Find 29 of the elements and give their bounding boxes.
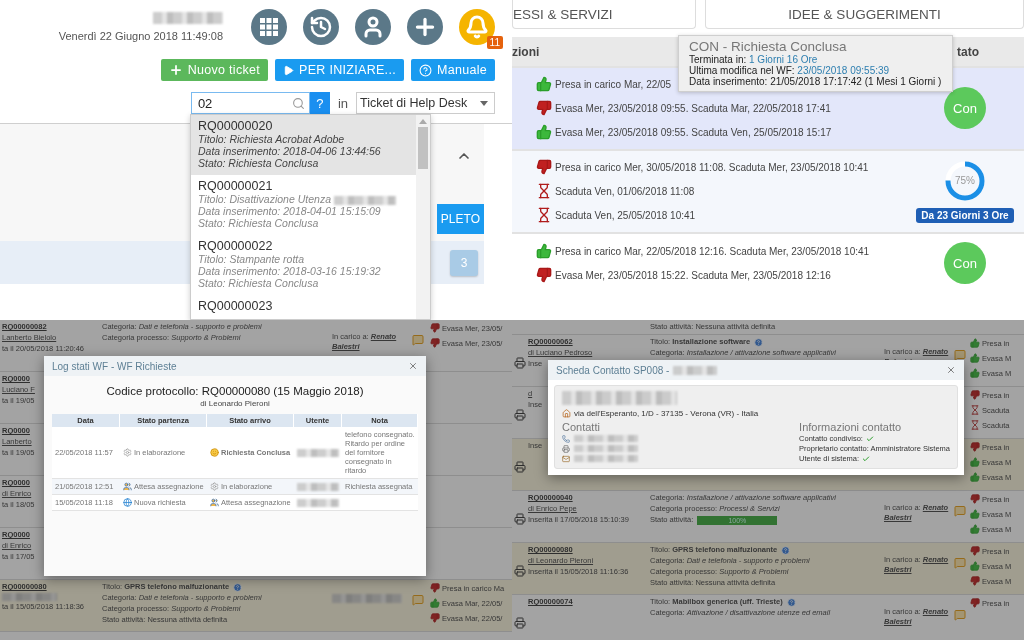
section-title: Contatti [562, 421, 601, 433]
event-text: Presa in carico Mar, 22/05/2018 12:16. Scaduta Mer, 23/05/2018 10:41 [555, 245, 870, 257]
status-circle: Con [944, 242, 986, 284]
progress-label: 75% [955, 175, 975, 186]
dialog-title: Scheda Contatto SP008 - [556, 364, 718, 376]
tooltip-title: CON - Richiesta Conclusa [689, 39, 848, 54]
tooltip-line: Terminata in: 1 Giorni 16 Ore [689, 54, 819, 65]
notification-badge: 11 [486, 36, 503, 49]
dialog-title: Log stati WF - WF Richieste [52, 360, 177, 372]
event-text: Evasa Mer, 23/05/2018 09:55. Scaduta Ven, 25/05/2018 15:17 [555, 126, 832, 138]
event-text: Presa in carico Mer, 30/05/2018 11:08. Scaduta Mer, 23/05/2018 10:41 [555, 161, 869, 173]
tooltip-line: Ultima modifica nel WF: 23/05/2018 09:55:39 [689, 65, 891, 76]
date-time: Venerdì 22 Giugno 2018 11:49:08 [58, 30, 223, 42]
event-text: Presa in carico Mar, 22/05 [555, 78, 672, 90]
event-text: Evasa Mer, 23/05/2018 09:55. Scaduta Mar, 22/05/2018 17:41 [555, 102, 831, 114]
age-badge: Da 23 Giorni 3 Ore [916, 207, 1014, 223]
column-header: tato [957, 44, 979, 59]
event-text: Scaduta Ven, 01/06/2018 11:08 [555, 185, 695, 197]
protocol-author: di Leonardo Pieroni [200, 399, 270, 408]
event-text: Evasa Mer, 23/05/2018 15:22. Scaduta Mer, 23/05/2018 12:16 [555, 269, 831, 281]
status-circle: Con [944, 87, 986, 129]
tooltip-line: Data inserimento: 21/05/2018 17:17:42 (1 Mesi 1 Giorni ) [689, 76, 942, 87]
column-header: zioni [512, 44, 540, 59]
in-label: in [337, 95, 348, 111]
event-text: Scaduta Ven, 25/05/2018 10:41 [555, 209, 696, 221]
contact-address: via dell'Esperanto, 1/D - 37135 - Verona (VR) - Italia [574, 409, 759, 418]
protocol-heading: Codice protocollo: RQ00000080 (15 Maggio 2018) [106, 385, 364, 397]
count-badge: 3 [450, 249, 478, 276]
section-title: Informazioni contatto [799, 421, 903, 433]
